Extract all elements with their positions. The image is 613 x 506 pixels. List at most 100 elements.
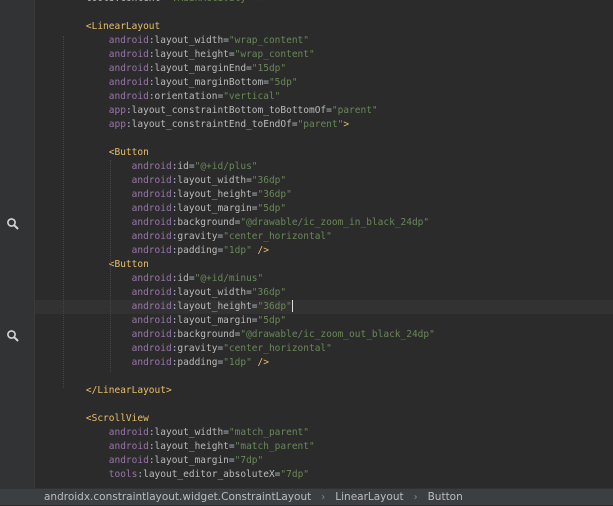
token-attr: layout_height — [154, 441, 229, 452]
code-line[interactable]: app:layout_constraintBottom_toBottomOf="… — [35, 104, 613, 118]
code-line[interactable]: android:layout_height="wrap_content" — [35, 48, 613, 62]
code-line[interactable]: android:layout_height="36dp" — [35, 188, 613, 202]
token-attr: background — [177, 217, 235, 228]
code-line[interactable]: android:layout_width="36dp" — [35, 286, 613, 300]
code-line[interactable]: android:gravity="center_horizontal" — [35, 230, 613, 244]
zoom-out-drawable-preview-icon[interactable] — [6, 328, 20, 342]
code-line[interactable]: android:layout_width="36dp" — [35, 174, 613, 188]
code-line[interactable]: <Button — [35, 258, 613, 272]
token-attr: layout_margin — [154, 455, 229, 466]
code-line[interactable]: android:layout_marginEnd="15dp" — [35, 62, 613, 76]
token-attr: layout_margin — [177, 203, 252, 214]
token-attr: layout_width — [154, 35, 224, 46]
token-ns: android — [108, 91, 149, 102]
code-line[interactable]: <LinearLayout — [35, 20, 613, 34]
breadcrumb: androidx.constraintlayout.widget.Constra… — [0, 488, 613, 505]
token-attr: layout_constraintBottom_toBottomOf — [131, 105, 327, 116]
code-line[interactable]: android:layout_height="match_parent" — [35, 440, 613, 454]
token-ns: android — [108, 63, 149, 74]
code-line[interactable]: <ScrollView — [35, 412, 613, 426]
token-ns: android — [131, 343, 172, 354]
token-attr: background — [177, 329, 235, 340]
token-attr: id — [177, 273, 189, 284]
token-attr: layout_height — [177, 189, 252, 200]
code-line[interactable] — [35, 398, 613, 412]
breadcrumb-item[interactable]: LinearLayout — [335, 489, 403, 505]
breadcrumb-item[interactable]: androidx.constraintlayout.widget.Constra… — [44, 489, 311, 505]
code-line[interactable]: android:layout_marginBottom="5dp" — [35, 76, 613, 90]
code-line[interactable]: tools:layout_editor_absoluteX="7dp" — [35, 468, 613, 482]
token-ns: android — [108, 49, 149, 60]
token-ns: android — [131, 217, 172, 228]
token-val: "5dp" — [257, 315, 287, 326]
token-val: "vertical" — [223, 91, 281, 102]
code-line[interactable]: android:layout_margin="5dp" — [35, 202, 613, 216]
indent-guide — [63, 36, 64, 388]
token-ns: android — [131, 203, 172, 214]
code-line[interactable]: android:padding="1dp" /> — [35, 244, 613, 258]
token-ns: android — [131, 273, 172, 284]
breadcrumb-separator-icon: › — [321, 492, 326, 503]
token-ns: android — [131, 245, 172, 256]
token-val: "36dp" — [257, 189, 292, 200]
token-val: "1dp" — [223, 245, 252, 256]
code-editor[interactable]: tools:context=".MainActivity" > <LinearL… — [35, 0, 613, 489]
token-ns: android — [131, 175, 172, 186]
token-val: "@+id/minus" — [194, 273, 264, 284]
token-tag: <Button — [108, 147, 149, 158]
code-line[interactable]: android:layout_margin="7dp" — [35, 454, 613, 468]
token-val: "7dp" — [280, 469, 310, 480]
code-line[interactable]: android:background="@drawable/ic_zoom_in… — [35, 216, 613, 230]
token-tag: /> — [251, 357, 269, 368]
token-ns: android — [131, 329, 172, 340]
code-line[interactable]: android:layout_width="match_parent" — [35, 426, 613, 440]
token-attr: layout_marginEnd — [154, 63, 247, 74]
code-line[interactable]: android:orientation="vertical" — [35, 90, 613, 104]
token-val: "36dp" — [257, 301, 292, 312]
token-ns: android — [108, 77, 149, 88]
token-tag: <Button — [108, 259, 149, 270]
token-attr: orientation — [154, 91, 218, 102]
code-line[interactable]: android:layout_width="wrap_content" — [35, 34, 613, 48]
editor-gutter[interactable] — [0, 0, 35, 489]
code-line[interactable]: app:layout_constraintEnd_toEndOf="parent… — [35, 118, 613, 132]
code-line[interactable] — [35, 370, 613, 384]
token-val: "36dp" — [251, 287, 287, 298]
token-tag: /> — [251, 245, 269, 256]
token-val: "5dp" — [257, 203, 287, 214]
token-attr: layout_height — [177, 301, 252, 312]
token-val: "15dp" — [251, 63, 287, 74]
code-line[interactable]: android:background="@drawable/ic_zoom_ou… — [35, 328, 613, 342]
code-line[interactable]: <Button — [35, 146, 613, 160]
token-ns: app — [108, 105, 126, 116]
token-ns: android — [131, 231, 172, 242]
breadcrumb-separator-icon: › — [413, 492, 418, 503]
code-line[interactable] — [35, 132, 613, 146]
token-val: "match_parent" — [228, 427, 309, 438]
breadcrumb-item[interactable]: Button — [428, 489, 463, 505]
code-line[interactable]: android:gravity="center_horizontal" — [35, 342, 613, 356]
token-attr: layout_width — [177, 287, 247, 298]
code-line[interactable]: android:id="@+id/plus" — [35, 160, 613, 174]
code-line-current[interactable]: android:layout_height="36dp" — [35, 300, 613, 314]
code-line[interactable]: android:id="@+id/minus" — [35, 272, 613, 286]
token-val: "center_horizontal" — [223, 343, 332, 354]
code-line[interactable]: </LinearLayout> — [35, 384, 613, 398]
code-line[interactable]: android:padding="1dp" /> — [35, 356, 613, 370]
code-line[interactable] — [35, 6, 613, 20]
token-ns: android — [108, 441, 149, 452]
code-line[interactable]: android:layout_margin="5dp" — [35, 314, 613, 328]
zoom-in-drawable-preview-icon[interactable] — [6, 216, 20, 230]
